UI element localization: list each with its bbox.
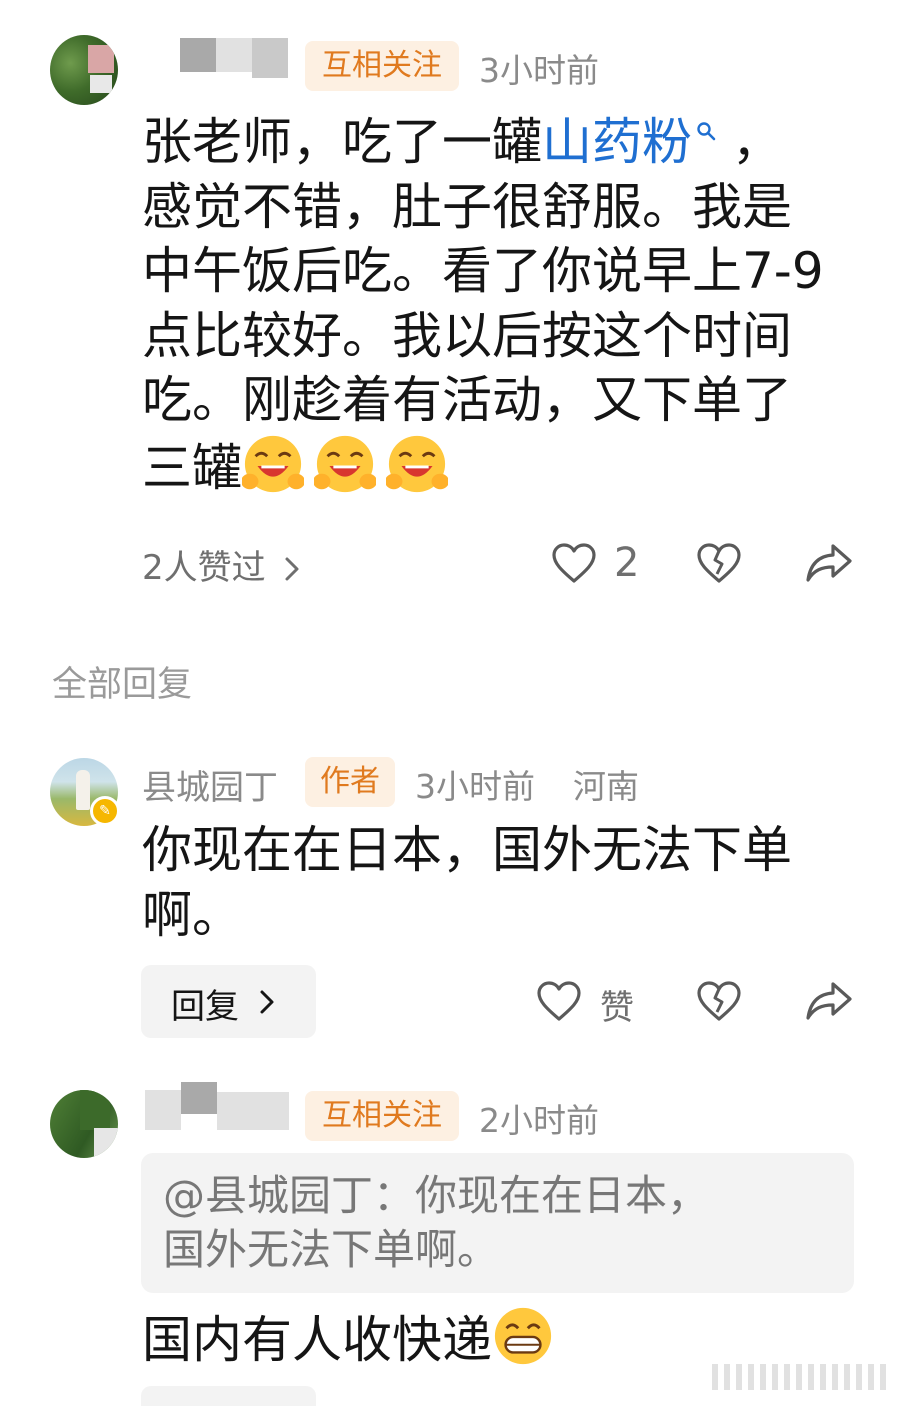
quote-line: @县城园丁：你现在在日本， — [163, 1171, 710, 1220]
reply-location: 河南 — [573, 767, 639, 806]
comment-time: 3小时前 — [479, 51, 599, 90]
reply-author-name[interactable]: 县城园丁 — [142, 760, 278, 809]
comment-line: 感觉不错，肚子很舒服。我是 — [142, 177, 792, 236]
reply-button[interactable] — [141, 1386, 316, 1406]
username-mosaic — [145, 1090, 181, 1130]
reply-button-label[interactable]: 回复 — [171, 979, 239, 1028]
comment-line: 三罐 — [142, 433, 862, 501]
reply-text: 国内有人收快递 — [142, 1305, 862, 1373]
username-mosaic — [216, 38, 252, 72]
laughing-emoji-icon — [314, 435, 376, 492]
laughing-emoji-icon — [386, 435, 448, 492]
comment-text-segment: 张老师，吃了一罐 — [142, 113, 542, 171]
reply-line: 啊。 — [142, 885, 242, 944]
heart-outline-icon[interactable] — [536, 980, 582, 1022]
comment-line: 张老师，吃了一罐山药粉 ， — [142, 110, 862, 175]
reply-time: 2小时前 — [479, 1101, 599, 1140]
reply-time: 3小时前 — [415, 767, 535, 806]
search-link-text[interactable]: 山药粉 — [542, 113, 692, 171]
comment-text-segment: 三罐 — [142, 438, 242, 497]
reply-line: 你现在在日本，国外无法下单 — [142, 821, 792, 879]
username-mosaic — [217, 1092, 289, 1130]
like-label[interactable]: 赞 — [600, 980, 634, 1029]
username-mosaic — [181, 1082, 217, 1114]
avatar[interactable] — [50, 1090, 118, 1158]
comment-line: 点比较好。我以后按这个时间 — [142, 306, 792, 365]
author-badge: 作者 — [305, 757, 395, 807]
username-mosaic — [252, 38, 288, 78]
grinning-emoji-icon — [494, 1307, 552, 1365]
avatar[interactable] — [50, 35, 118, 105]
reply-text-segment: 国内有人收快递 — [142, 1311, 492, 1369]
quoted-reply: @县城园丁：你现在在日本， 国外无法下单啊。 — [141, 1153, 854, 1293]
like-count: 2 — [614, 540, 640, 586]
search-icon[interactable] — [696, 121, 716, 141]
reply-button[interactable]: 回复 — [141, 965, 316, 1038]
mutual-follow-badge: 互相关注 — [305, 41, 459, 91]
broken-heart-icon[interactable] — [696, 980, 742, 1022]
scroll-indicator — [712, 1364, 888, 1390]
avatar-mosaic — [90, 75, 112, 93]
broken-heart-icon[interactable] — [696, 542, 742, 584]
laughing-emoji-icon — [242, 435, 304, 492]
comment-line: 中午饭后吃。看了你说早上7-9 — [142, 242, 824, 300]
quote-line: 国外无法下单啊。 — [163, 1225, 500, 1274]
avatar-mosaic — [88, 45, 114, 73]
avatar-mosaic — [94, 1128, 118, 1158]
share-arrow-icon[interactable] — [805, 542, 853, 584]
liked-by-label[interactable]: 2人赞过 — [142, 548, 266, 588]
avatar-mosaic — [80, 1090, 110, 1130]
comment-line: 吃。刚趁着有活动，又下单了 — [142, 371, 792, 429]
liked-by-link[interactable]: 2人赞过 — [142, 540, 300, 589]
reply-text: 你现在在日本，国外无法下单 啊。 — [142, 818, 862, 947]
verified-badge-icon: ✎ — [90, 796, 120, 826]
avatar-figure — [76, 770, 90, 810]
chevron-right-icon — [260, 990, 274, 1014]
heart-outline-icon[interactable] — [551, 542, 597, 584]
chevron-right-icon — [285, 557, 299, 581]
username-mosaic — [180, 38, 216, 72]
comment-text-segment: ， — [716, 113, 782, 171]
section-title: 全部回复 — [52, 665, 193, 705]
mutual-follow-badge: 互相关注 — [305, 1091, 459, 1141]
comment-text: 张老师，吃了一罐山药粉 ， 感觉不错，肚子很舒服。我是 中午饭后吃。看了你说早上… — [142, 110, 862, 500]
share-arrow-icon[interactable] — [805, 980, 853, 1022]
search-link[interactable]: 山药粉 — [542, 113, 716, 171]
